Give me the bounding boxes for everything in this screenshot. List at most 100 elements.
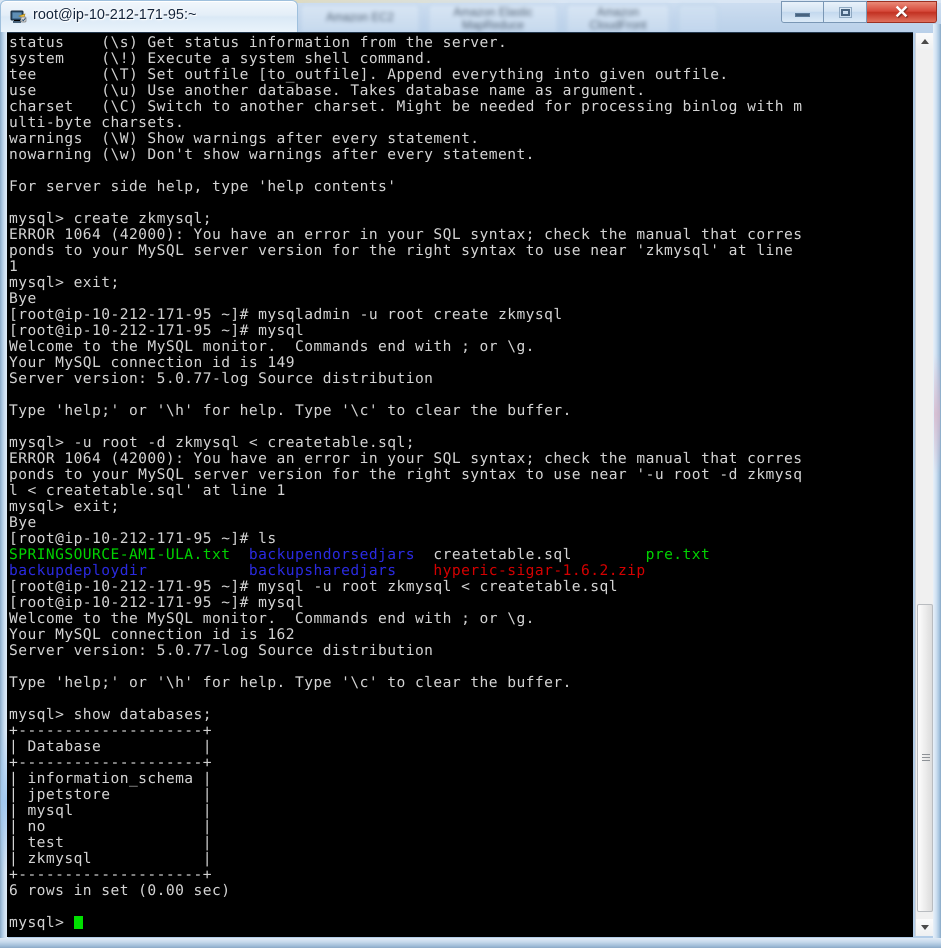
terminal-icon bbox=[10, 10, 27, 23]
terminal-line-text: mysql> create zkmysql; bbox=[9, 210, 212, 227]
terminal-line: +--------------------+ bbox=[9, 867, 802, 883]
terminal-line: ERROR 1064 (42000): You have an error in… bbox=[9, 227, 802, 243]
terminal-line-text: [root@ip-10-212-171-95 ~]# mysql bbox=[9, 322, 305, 339]
terminal-line: For server side help, type 'help content… bbox=[9, 179, 802, 195]
terminal-line-text: use (\u) Use another database. Takes dat… bbox=[9, 82, 646, 99]
close-button[interactable]: ✕ bbox=[867, 1, 937, 23]
terminal-line-text: | test | bbox=[9, 834, 212, 851]
scroll-up-button[interactable] bbox=[916, 33, 933, 50]
terminal-line-text: mysql> show databases; bbox=[9, 706, 212, 723]
terminal-line: [root@ip-10-212-171-95 ~]# mysqladmin -u… bbox=[9, 307, 802, 323]
terminal-line-text: Type 'help;' or '\h' for help. Type '\c'… bbox=[9, 402, 572, 419]
terminal-line-segment: SPRINGSOURCE-AMI-ULA.txt bbox=[9, 546, 249, 563]
close-icon: ✕ bbox=[893, 2, 910, 22]
terminal-line-text: For server side help, type 'help content… bbox=[9, 178, 397, 195]
terminal-line: Type 'help;' or '\h' for help. Type '\c'… bbox=[9, 675, 802, 691]
terminal-line-text: Your MySQL connection id is 162 bbox=[9, 626, 296, 643]
terminal-line-text: Your MySQL connection id is 149 bbox=[9, 354, 296, 371]
terminal-line: Bye bbox=[9, 291, 802, 307]
terminal-line-text: | no | bbox=[9, 818, 212, 835]
terminal-line: mysql> -u root -d zkmysql < createtable.… bbox=[9, 435, 802, 451]
terminal-line-text: [root@ip-10-212-171-95 ~]# mysqladmin -u… bbox=[9, 306, 563, 323]
chevron-up-icon bbox=[920, 39, 929, 44]
terminal-vertical-scrollbar[interactable] bbox=[915, 33, 933, 936]
terminal-line: l < createtable.sql' at line 1 bbox=[9, 483, 802, 499]
terminal-line-text: mysql> -u root -d zkmysql < createtable.… bbox=[9, 434, 415, 451]
terminal-line-text: warnings (\W) Show warnings after every … bbox=[9, 130, 480, 147]
window-titlebar[interactable]: root@ip-10-212-171-95:~ bbox=[0, 0, 298, 32]
terminal-line-text: 1 bbox=[9, 258, 19, 275]
maximize-button[interactable] bbox=[824, 1, 867, 23]
terminal-line-text: [root@ip-10-212-171-95 ~]# mysql bbox=[9, 594, 305, 611]
terminal-line-text: system (\!) Execute a system shell comma… bbox=[9, 50, 434, 67]
minimize-button[interactable] bbox=[781, 1, 824, 23]
terminal-line: Your MySQL connection id is 149 bbox=[9, 355, 802, 371]
scroll-down-button[interactable] bbox=[916, 919, 933, 936]
terminal-line: backupdeploydir backupsharedjars hyperic… bbox=[9, 563, 802, 579]
terminal-line: +--------------------+ bbox=[9, 755, 802, 771]
terminal-line-text: 6 rows in set (0.00 sec) bbox=[9, 882, 231, 899]
terminal-line: [root@ip-10-212-171-95 ~]# ls bbox=[9, 531, 802, 547]
terminal-output: status (\s) Get status information from … bbox=[9, 35, 802, 931]
terminal-line-text: [root@ip-10-212-171-95 ~]# ls bbox=[9, 530, 277, 547]
terminal-line: system (\!) Execute a system shell comma… bbox=[9, 51, 802, 67]
terminal-line-text: ponds to your MySQL server version for t… bbox=[9, 466, 803, 483]
chevron-down-icon bbox=[920, 925, 929, 930]
window-controls: ✕ bbox=[781, 1, 937, 23]
terminal-screen[interactable]: status (\s) Get status information from … bbox=[7, 32, 913, 937]
terminal-line-text: Server version: 5.0.77-log Source distri… bbox=[9, 642, 434, 659]
terminal-line-text: Server version: 5.0.77-log Source distri… bbox=[9, 370, 434, 387]
terminal-line-text: ERROR 1064 (42000): You have an error in… bbox=[9, 226, 803, 243]
terminal-line-text: l < createtable.sql' at line 1 bbox=[9, 482, 286, 499]
terminal-line-text: nowarning (\w) Don't show warnings after… bbox=[9, 146, 535, 163]
window-border-glow-right bbox=[934, 354, 940, 474]
terminal-line-text: +--------------------+ bbox=[9, 722, 212, 739]
maximize-icon bbox=[838, 6, 852, 18]
window-title: root@ip-10-212-171-95:~ bbox=[33, 7, 197, 23]
terminal-line: mysql> exit; bbox=[9, 275, 802, 291]
terminal-line: ulti-byte charsets. bbox=[9, 115, 802, 131]
terminal-line-text: Bye bbox=[9, 290, 37, 307]
terminal-line-segment: pre.txt bbox=[645, 546, 711, 563]
terminal-line-segment: backupdeploydir bbox=[9, 562, 249, 579]
terminal-line-text: Bye bbox=[9, 514, 37, 531]
terminal-line-text: charset (\C) Switch to another charset. … bbox=[9, 98, 803, 115]
terminal-line: tee (\T) Set outfile [to_outfile]. Appen… bbox=[9, 67, 802, 83]
terminal-line-text: | jpetstore | bbox=[9, 786, 212, 803]
terminal-line: | no | bbox=[9, 819, 802, 835]
terminal-line-text: Welcome to the MySQL monitor. Commands e… bbox=[9, 338, 535, 355]
terminal-line: +--------------------+ bbox=[9, 723, 802, 739]
terminal-line: [root@ip-10-212-171-95 ~]# mysql bbox=[9, 323, 802, 339]
terminal-line: warnings (\W) Show warnings after every … bbox=[9, 131, 802, 147]
terminal-line-text: +--------------------+ bbox=[9, 866, 212, 883]
terminal-line: nowarning (\w) Don't show warnings after… bbox=[9, 147, 802, 163]
terminal-line: 1 bbox=[9, 259, 802, 275]
terminal-line: mysql> exit; bbox=[9, 499, 802, 515]
terminal-line-text: ulti-byte charsets. bbox=[9, 114, 185, 131]
terminal-line-text: +--------------------+ bbox=[9, 754, 212, 771]
terminal-line: Server version: 5.0.77-log Source distri… bbox=[9, 643, 802, 659]
terminal-line: | zkmysql | bbox=[9, 851, 802, 867]
terminal-line-segment: createtable.sql bbox=[433, 546, 646, 563]
terminal-line: | information_schema | bbox=[9, 771, 802, 787]
terminal-line: | jpetstore | bbox=[9, 787, 802, 803]
terminal-line: Your MySQL connection id is 162 bbox=[9, 627, 802, 643]
terminal-cursor bbox=[73, 916, 83, 929]
terminal-line-text: status (\s) Get status information from … bbox=[9, 34, 508, 51]
terminal-line: | Database | bbox=[9, 739, 802, 755]
terminal-line: Welcome to the MySQL monitor. Commands e… bbox=[9, 611, 802, 627]
terminal-line: Welcome to the MySQL monitor. Commands e… bbox=[9, 339, 802, 355]
terminal-line: ponds to your MySQL server version for t… bbox=[9, 243, 802, 259]
terminal-line-text: | Database | bbox=[9, 738, 212, 755]
terminal-line-segment: hyperic-sigar-1.6.2.zip bbox=[433, 562, 646, 579]
terminal-line-segment: backupendorsedjars bbox=[248, 546, 434, 563]
terminal-line: [root@ip-10-212-171-95 ~]# mysql -u root… bbox=[9, 579, 802, 595]
terminal-line-text: | information_schema | bbox=[9, 770, 212, 787]
terminal-line: | mysql | bbox=[9, 803, 802, 819]
scrollbar-thumb[interactable] bbox=[917, 604, 933, 912]
terminal-line-text: tee (\T) Set outfile [to_outfile]. Appen… bbox=[9, 66, 729, 83]
terminal-line-text: Welcome to the MySQL monitor. Commands e… bbox=[9, 610, 535, 627]
